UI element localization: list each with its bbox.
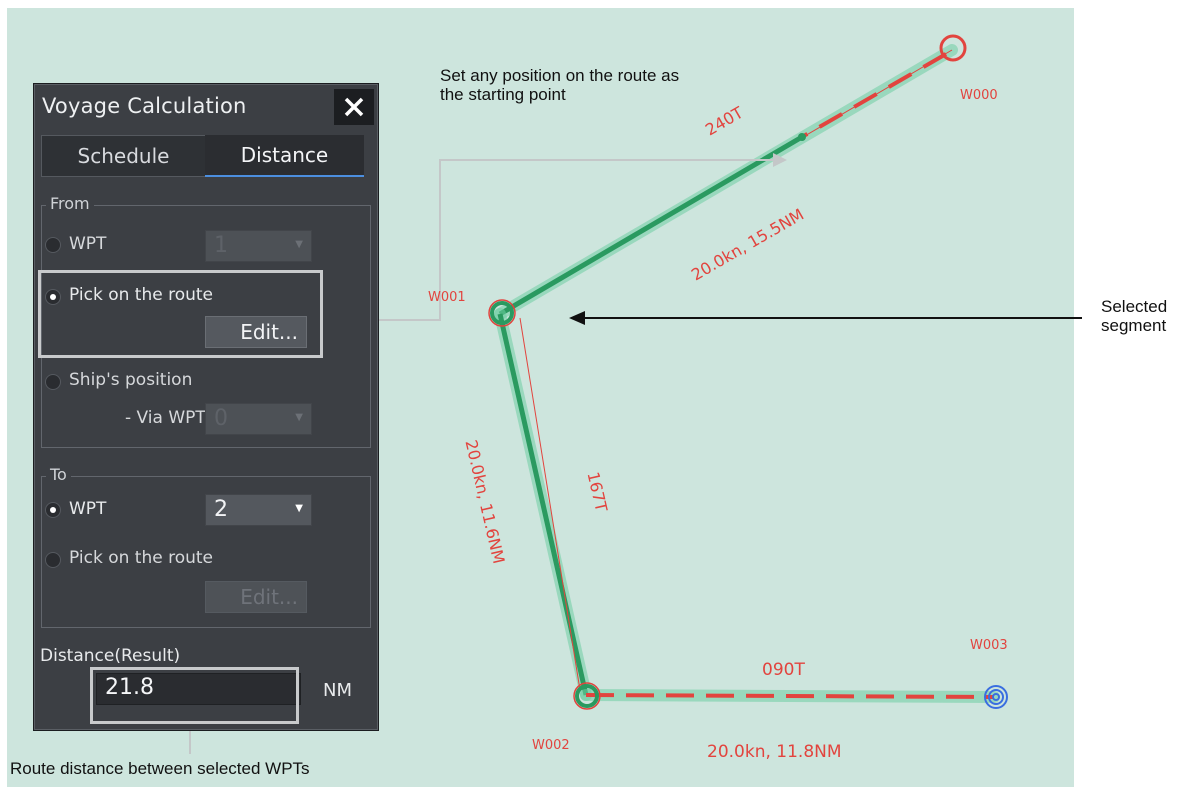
tab-schedule[interactable]: Schedule (41, 135, 206, 177)
to-wpt-radio[interactable] (45, 502, 61, 518)
from-wpt-select[interactable]: 1 ▼ (205, 230, 312, 262)
via-wpt-value: 0 (214, 406, 228, 431)
voyage-calculation-dialog: Voyage Calculation Schedule Distance Fro… (33, 83, 379, 731)
leg3-course-label: 090T (762, 660, 805, 680)
chevron-down-icon: ▼ (295, 412, 303, 423)
to-wpt-select[interactable]: 2 ▼ (205, 494, 312, 526)
to-wpt-label: WPT (69, 499, 107, 519)
chevron-down-icon: ▼ (295, 503, 303, 514)
from-wpt-value: 1 (214, 233, 228, 258)
start-point-marker (798, 133, 806, 141)
selected-segment-arrowhead (569, 311, 585, 325)
top-callout-line (319, 159, 775, 321)
pick-on-route-highlight (38, 270, 323, 358)
close-button[interactable] (334, 89, 374, 125)
to-edit-button[interactable]: Edit... (205, 581, 307, 613)
to-pick-on-route-label: Pick on the route (69, 548, 213, 568)
waypoint-w001-label: W001 (428, 290, 466, 305)
to-wpt-value: 2 (214, 497, 228, 522)
waypoint-w000-label: W000 (960, 88, 998, 103)
via-wpt-label: - Via WPT (125, 408, 206, 428)
from-group-label: From (46, 194, 94, 213)
distance-unit: NM (323, 680, 352, 701)
from-wpt-radio[interactable] (45, 237, 61, 253)
result-highlight (90, 667, 299, 724)
from-ship-position-radio[interactable] (45, 374, 61, 390)
top-callout-text: Set any position on the route as the sta… (440, 66, 680, 104)
from-ship-position-label: Ship's position (69, 370, 193, 390)
route-leg-w002-w003[interactable] (580, 689, 1000, 703)
bottom-callout-text: Route distance between selected WPTs (10, 759, 310, 778)
tab-distance[interactable]: Distance (205, 135, 364, 177)
to-pick-on-route-radio[interactable] (45, 552, 61, 568)
distance-result-label: Distance(Result) (40, 646, 181, 666)
from-wpt-label: WPT (69, 234, 107, 254)
close-icon (344, 97, 364, 117)
waypoint-w002-label: W002 (532, 738, 570, 753)
selected-segment-text: Selected segment (1101, 297, 1168, 335)
chevron-down-icon: ▼ (295, 239, 303, 250)
to-group-label: To (46, 465, 71, 484)
waypoint-w003-label: W003 (970, 638, 1008, 653)
dialog-title: Voyage Calculation (42, 94, 247, 118)
route-leg-w001-w002[interactable] (494, 308, 592, 701)
leg3-speed-distance-label: 20.0kn, 11.8NM (707, 742, 842, 762)
via-wpt-select[interactable]: 0 ▼ (205, 403, 312, 435)
